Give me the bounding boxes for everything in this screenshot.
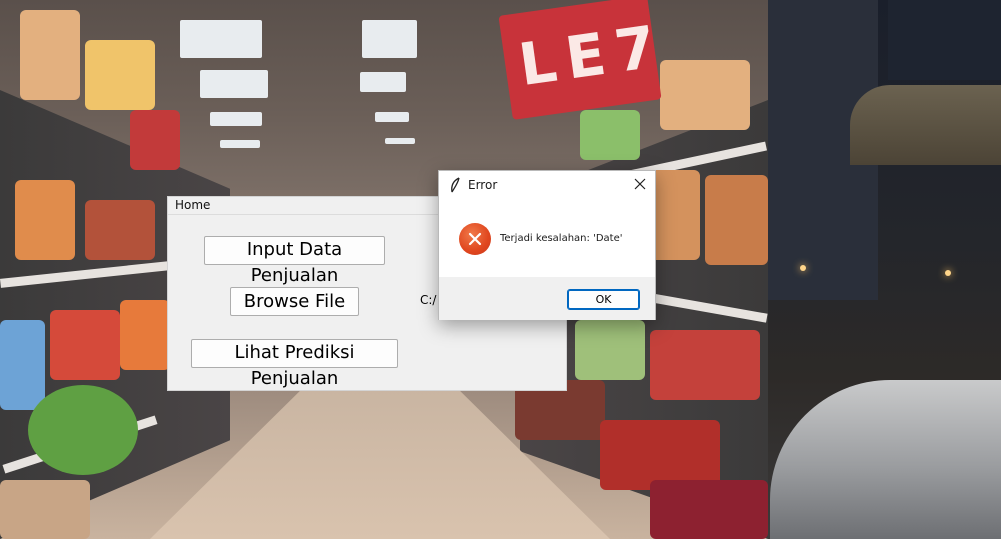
- product: [580, 110, 640, 160]
- awning: [850, 85, 1001, 165]
- ceiling-light: [210, 112, 262, 126]
- product: [650, 330, 760, 400]
- dialog-title: Error: [468, 178, 498, 192]
- product: [705, 175, 768, 265]
- tab-home[interactable]: Home: [175, 198, 210, 212]
- product-lettuce: [28, 385, 138, 475]
- ceiling-light: [220, 140, 260, 148]
- ceiling-light: [385, 138, 415, 144]
- feather-icon: [449, 177, 461, 193]
- ceiling-light: [375, 112, 409, 122]
- product: [120, 300, 170, 370]
- product: [50, 310, 120, 380]
- close-icon: [634, 178, 646, 190]
- product: [650, 480, 768, 539]
- ceiling-light: [362, 20, 417, 58]
- error-message: Terjadi kesalahan: 'Date': [500, 233, 623, 244]
- input-data-penjualan-button[interactable]: Input Data Penjualan: [204, 236, 385, 286]
- street-light: [945, 270, 951, 276]
- close-button[interactable]: [625, 171, 655, 199]
- dialog-footer: OK: [439, 277, 655, 320]
- browse-file-button[interactable]: Browse File: [230, 287, 359, 316]
- product: [0, 480, 90, 539]
- ok-button[interactable]: OK: [567, 289, 640, 310]
- product: [130, 110, 180, 170]
- error-x-icon: [459, 223, 491, 255]
- product: [660, 60, 750, 130]
- product: [85, 40, 155, 110]
- dialog-titlebar[interactable]: Error: [439, 171, 655, 199]
- product: [85, 200, 155, 260]
- ceiling-light: [200, 70, 268, 98]
- product: [15, 180, 75, 260]
- product: [0, 320, 45, 410]
- product: [575, 320, 645, 380]
- error-dialog: Error Terjadi kesalahan: 'Date' OK: [438, 170, 656, 320]
- street-light: [800, 265, 806, 271]
- ceiling-light: [180, 20, 262, 58]
- building: [888, 0, 1001, 80]
- store-sign: LE7: [498, 0, 670, 120]
- product: [20, 10, 80, 100]
- store-sign-text: LE7: [514, 11, 670, 100]
- lihat-prediksi-penjualan-button[interactable]: Lihat Prediksi Penjualan: [191, 339, 398, 389]
- ceiling-light: [360, 72, 406, 92]
